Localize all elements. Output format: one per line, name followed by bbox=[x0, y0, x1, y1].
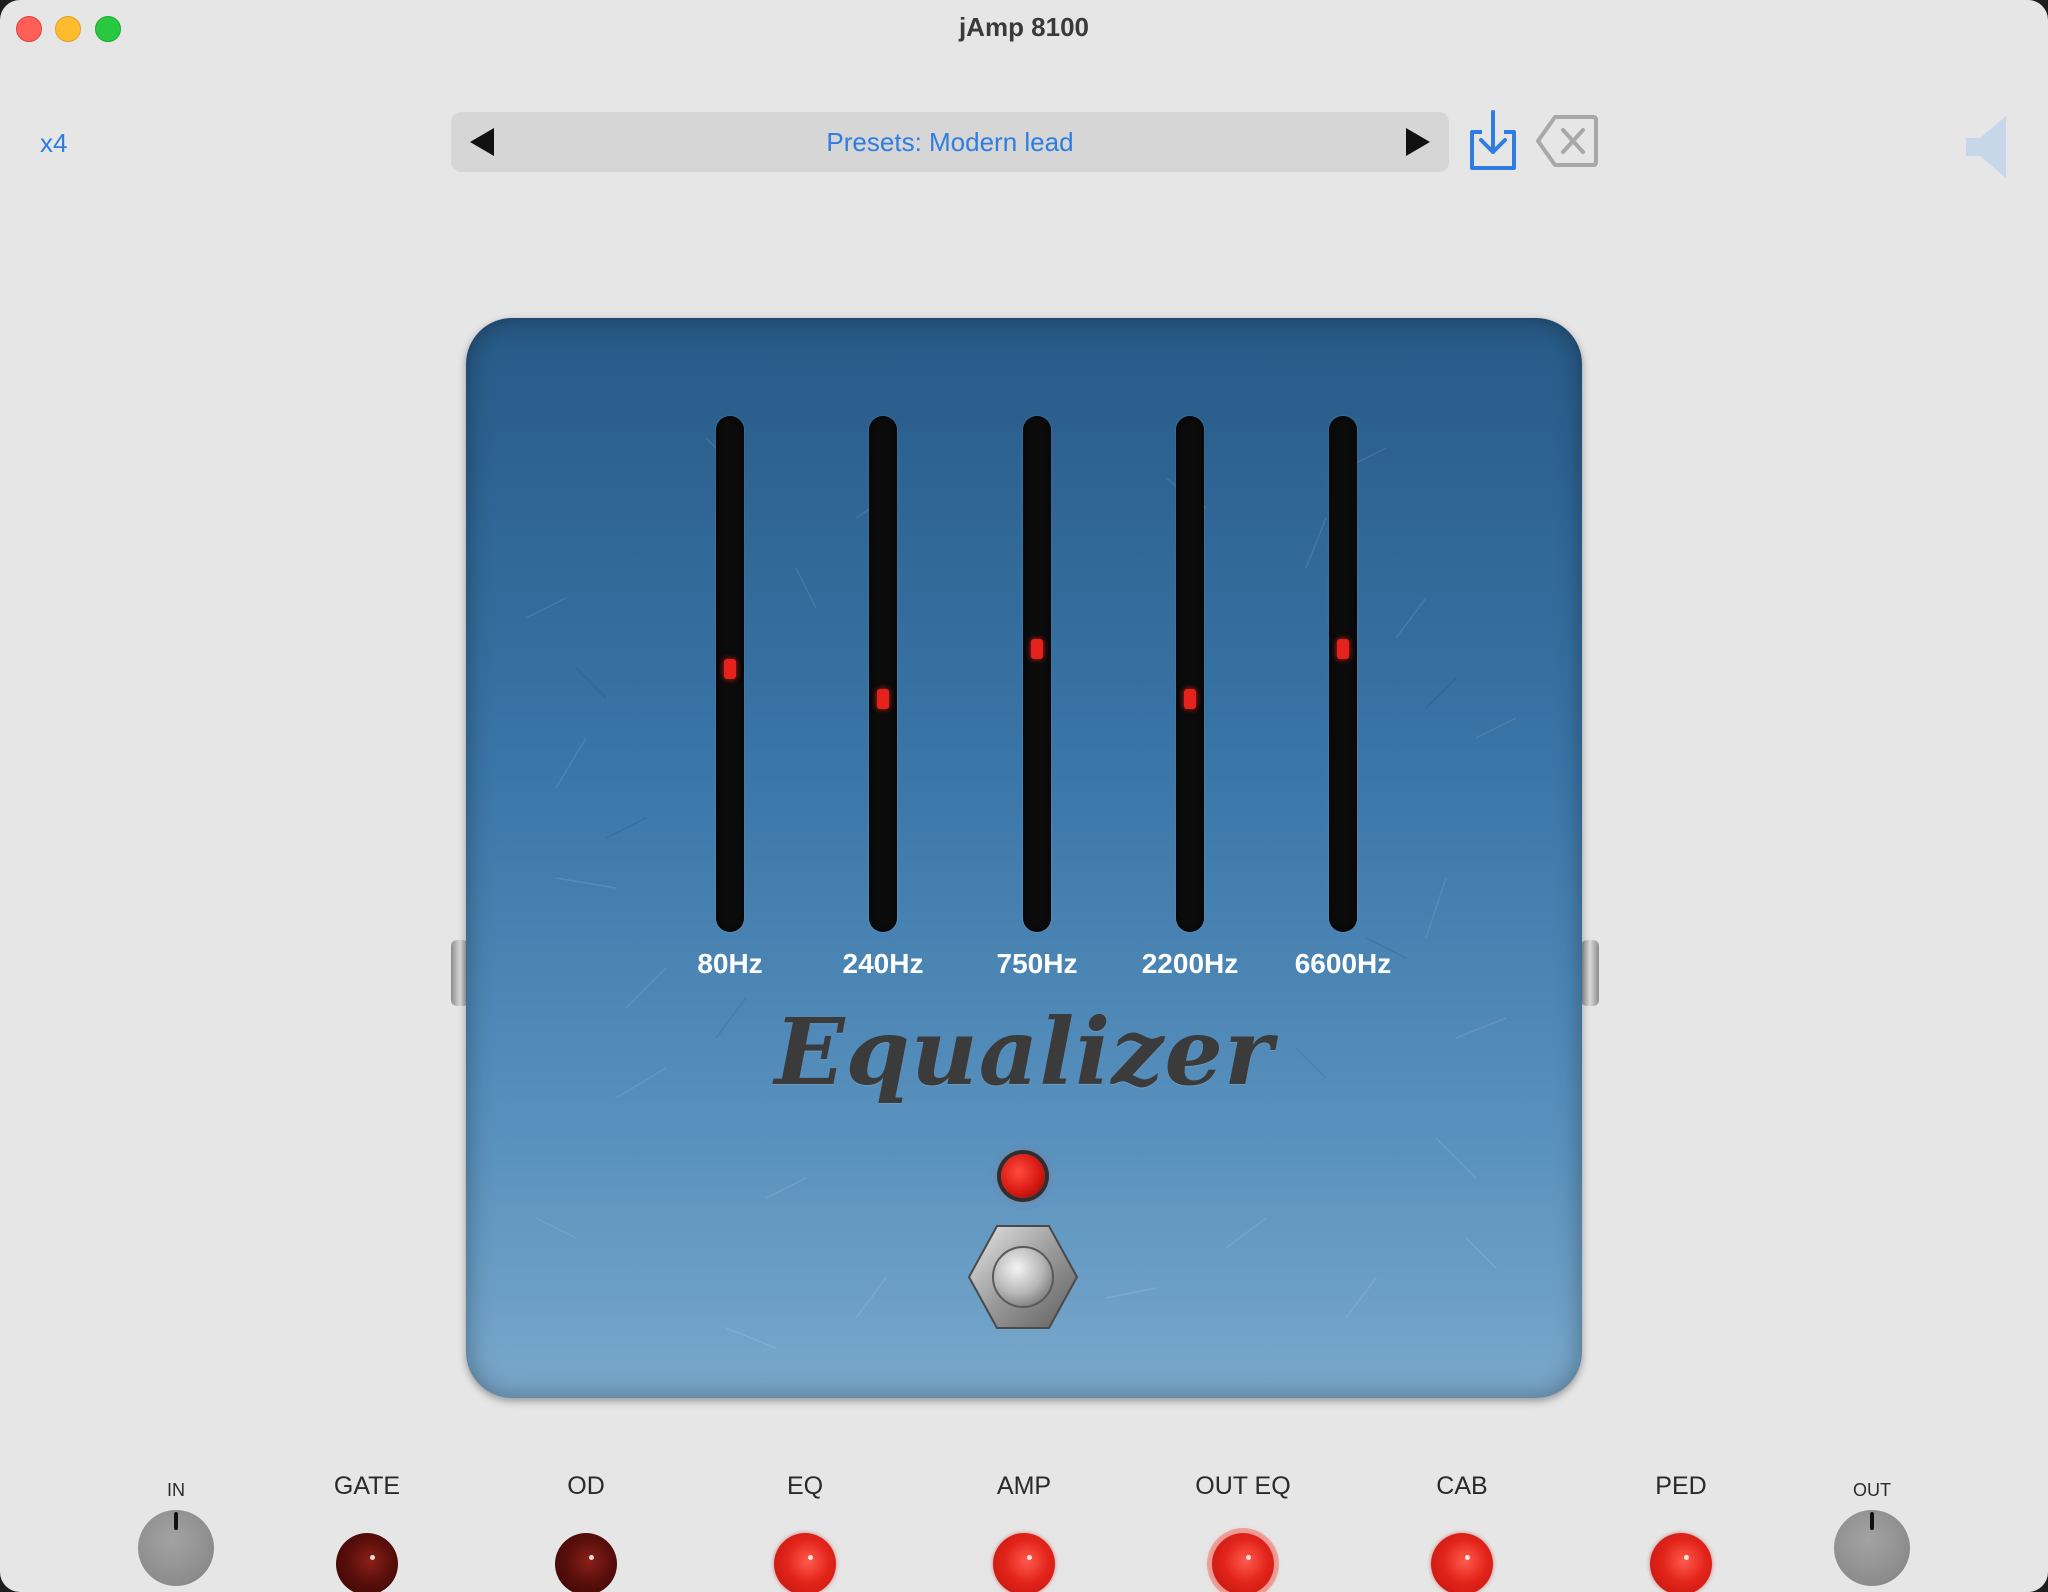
chain-label-od: OD bbox=[567, 1472, 605, 1500]
band-label-240hz: 240Hz bbox=[842, 948, 924, 979]
led-highlight bbox=[1246, 1555, 1251, 1560]
band-label-80hz: 80Hz bbox=[697, 948, 763, 979]
pedal-name: Equalizer bbox=[774, 998, 1274, 1106]
eq-slider-750hz[interactable] bbox=[1023, 416, 1051, 932]
knob-indicator bbox=[174, 1512, 178, 1530]
eq-slider-2200hz[interactable] bbox=[1176, 416, 1204, 932]
chain-label-out-eq: OUT EQ bbox=[1195, 1472, 1291, 1500]
output-jack bbox=[1581, 940, 1599, 1006]
led-highlight bbox=[589, 1555, 594, 1560]
chain-label-ped: PED bbox=[1655, 1472, 1707, 1500]
output-level-knob[interactable] bbox=[1834, 1510, 1910, 1586]
led-highlight bbox=[808, 1555, 813, 1560]
eq-slider-240hz[interactable] bbox=[869, 416, 897, 932]
led-highlight bbox=[370, 1555, 375, 1560]
chain-toggle-cab[interactable] bbox=[1431, 1533, 1493, 1592]
equalizer-pedal: 80Hz 240Hz 750Hz 2200Hz 6600Hz Equalizer bbox=[466, 318, 1582, 1398]
window-title: jAmp 8100 bbox=[958, 12, 1090, 42]
input-level-label: IN bbox=[167, 1480, 185, 1500]
led-highlight bbox=[1684, 1555, 1689, 1560]
next-preset-icon[interactable] bbox=[1402, 126, 1432, 158]
eq-slider-80hz[interactable] bbox=[716, 416, 744, 932]
chain-label-cab: CAB bbox=[1436, 1472, 1488, 1500]
title-bar: jAmp 8100 bbox=[0, 0, 2048, 56]
delete-backspace-icon[interactable] bbox=[1535, 113, 1599, 169]
slider-knob[interactable] bbox=[1031, 639, 1043, 659]
led-highlight bbox=[1465, 1555, 1470, 1560]
chain-toggle-amp[interactable] bbox=[993, 1533, 1055, 1592]
pedal-status-led bbox=[1001, 1154, 1045, 1198]
band-label-2200hz: 2200Hz bbox=[1141, 948, 1239, 979]
slider-knob[interactable] bbox=[1184, 689, 1196, 709]
chain-toggle-ped[interactable] bbox=[1650, 1533, 1712, 1592]
output-level-label: OUT bbox=[1853, 1480, 1891, 1500]
previous-preset-icon[interactable] bbox=[468, 126, 498, 158]
chain-label-gate: GATE bbox=[333, 1472, 401, 1500]
preset-name[interactable]: Presets: Modern lead bbox=[531, 127, 1369, 158]
chain-label-eq: EQ bbox=[786, 1472, 824, 1500]
multiplier-button[interactable]: x4 bbox=[40, 128, 67, 159]
slider-knob[interactable] bbox=[877, 689, 889, 709]
led-highlight bbox=[1027, 1555, 1032, 1560]
band-label-750hz: 750Hz bbox=[996, 948, 1078, 979]
slider-knob[interactable] bbox=[724, 659, 736, 679]
input-level-knob[interactable] bbox=[138, 1510, 214, 1586]
knob-indicator bbox=[1870, 1512, 1874, 1530]
eq-slider-6600hz[interactable] bbox=[1329, 416, 1357, 932]
chain-label-amp: AMP bbox=[996, 1472, 1052, 1500]
footswitch[interactable] bbox=[963, 1222, 1083, 1332]
save-download-icon[interactable] bbox=[1466, 110, 1520, 172]
slider-knob[interactable] bbox=[1337, 639, 1349, 659]
band-label-6600hz: 6600Hz bbox=[1294, 948, 1392, 979]
speaker-icon[interactable] bbox=[1962, 112, 2012, 182]
chain-toggle-od[interactable] bbox=[555, 1533, 617, 1592]
chain-toggle-gate[interactable] bbox=[336, 1533, 398, 1592]
chain-toggle-eq[interactable] bbox=[774, 1533, 836, 1592]
preset-selector: Presets: Modern lead bbox=[451, 112, 1449, 172]
app-window: jAmp 8100 x4 Presets: Modern lead 80Hz 2… bbox=[0, 0, 2048, 1592]
chain-toggle-out-eq[interactable] bbox=[1212, 1533, 1274, 1592]
